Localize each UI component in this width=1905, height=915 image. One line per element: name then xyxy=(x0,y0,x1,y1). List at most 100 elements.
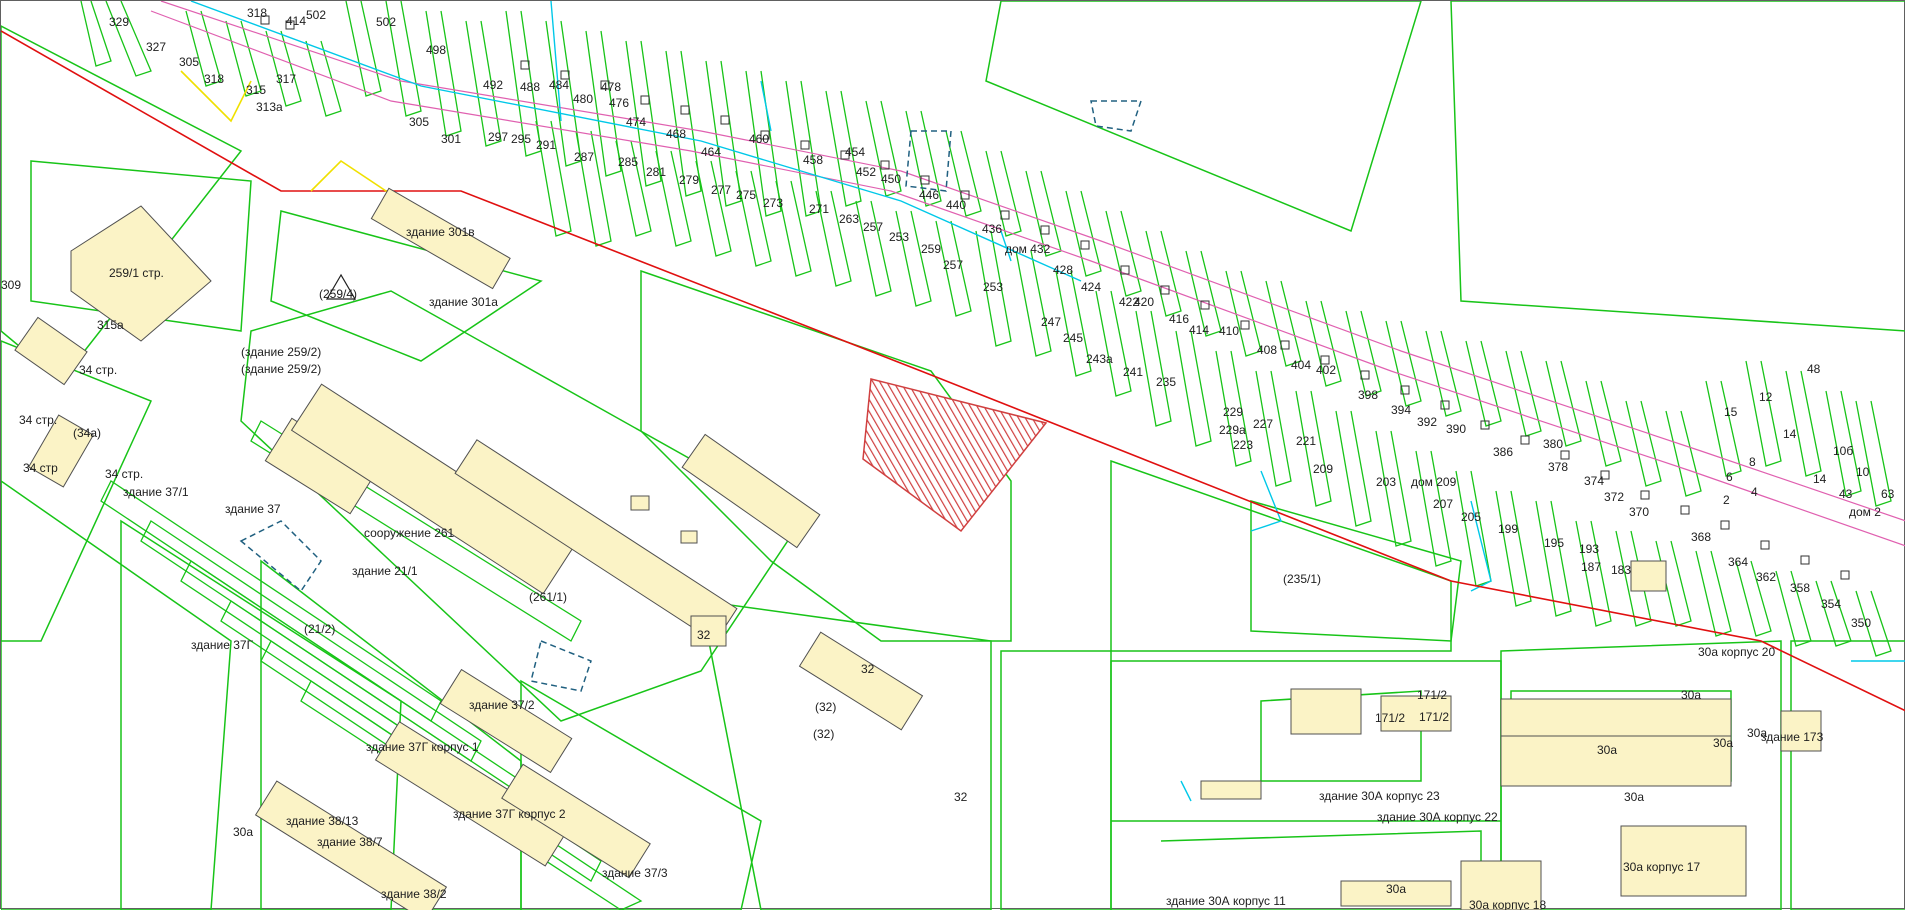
label: 305 xyxy=(179,55,199,69)
label: 229а xyxy=(1219,423,1246,437)
label: 6 xyxy=(1726,470,1733,484)
label: 171/2 xyxy=(1417,688,1447,702)
label: 476 xyxy=(609,96,629,110)
label: 193 xyxy=(1579,542,1599,556)
label: 362 xyxy=(1756,570,1776,584)
label: 30а xyxy=(1597,743,1617,757)
map-canvas[interactable]: 329 327 318 414 502 502 498 305 318 315 … xyxy=(0,0,1905,915)
cadastral-map[interactable]: 329 327 318 414 502 502 498 305 318 315 … xyxy=(0,0,1905,915)
label: 390 xyxy=(1446,422,1466,436)
label: 478 xyxy=(601,80,621,94)
label: 464 xyxy=(701,145,721,159)
label: 30а xyxy=(1624,790,1644,804)
label: 404 xyxy=(1291,358,1311,372)
yellow-lines xyxy=(180,70,402,202)
label: здание 37/3 xyxy=(602,866,668,880)
label: 287 xyxy=(574,150,594,164)
label: 32 xyxy=(861,662,875,676)
label: здание 21/1 xyxy=(352,564,418,578)
label: 34 стр. xyxy=(79,363,117,377)
label: 378 xyxy=(1548,460,1568,474)
label: 171/2 xyxy=(1419,710,1449,724)
label: 253 xyxy=(983,280,1003,294)
label: 358 xyxy=(1790,581,1810,595)
label: 297 xyxy=(488,130,508,144)
label: 241 xyxy=(1123,365,1143,379)
label: 199 xyxy=(1498,522,1518,536)
label: 259/1 стр. xyxy=(109,266,164,280)
label: здание 37/1 xyxy=(123,485,189,499)
label: 32 xyxy=(697,628,711,642)
label: 30а xyxy=(1681,688,1701,702)
label: 410 xyxy=(1219,324,1239,338)
selected-parcel[interactable] xyxy=(862,378,1048,533)
label: 502 xyxy=(376,15,396,29)
label: 498 xyxy=(426,43,446,57)
label: 30а xyxy=(1713,736,1733,750)
label: 458 xyxy=(803,153,823,167)
label: 454 xyxy=(845,145,865,159)
label: 15 xyxy=(1724,405,1738,419)
label: здание 37/2 xyxy=(469,698,535,712)
label: 480 xyxy=(573,92,593,106)
label: 488 xyxy=(520,80,540,94)
label: 257 xyxy=(863,220,883,234)
label: 492 xyxy=(483,78,503,92)
label: 295 xyxy=(511,132,531,146)
label: здание 30А корпус 22 xyxy=(1377,810,1498,824)
label: 2 xyxy=(1723,493,1730,507)
label: 414 xyxy=(286,14,306,28)
label: дом 2 xyxy=(1849,505,1881,519)
label: 183 xyxy=(1611,563,1631,577)
label: здание 30А корпус 11 xyxy=(1166,894,1286,908)
label: (32) xyxy=(813,727,834,741)
label: здание 38/7 xyxy=(317,835,383,849)
label: 424 xyxy=(1081,280,1101,294)
label: 235 xyxy=(1156,375,1176,389)
label: 350 xyxy=(1851,616,1871,630)
label: 474 xyxy=(626,115,646,129)
label: здание 38/13 xyxy=(286,814,359,828)
label: 452 xyxy=(856,165,876,179)
label: 195 xyxy=(1544,536,1564,550)
label: 372 xyxy=(1604,490,1624,504)
label: 243а xyxy=(1086,352,1113,366)
label: 408 xyxy=(1257,343,1277,357)
label: 416 xyxy=(1169,312,1189,326)
label: 315 xyxy=(246,83,266,97)
label: 10б xyxy=(1833,444,1853,458)
label: 203 xyxy=(1376,475,1396,489)
label: 63 xyxy=(1881,487,1895,501)
label: 245 xyxy=(1063,331,1083,345)
label: 468 xyxy=(666,127,686,141)
label: 368 xyxy=(1691,530,1711,544)
label: 305 xyxy=(409,115,429,129)
label: 364 xyxy=(1728,555,1748,569)
label: 398 xyxy=(1358,388,1378,402)
label: 259 xyxy=(921,242,941,256)
label: 271 xyxy=(809,202,829,216)
label: 318 xyxy=(204,72,224,86)
label: 275 xyxy=(736,188,756,202)
label: 30а корпус 17 xyxy=(1623,860,1700,874)
label: 34 стр. xyxy=(105,467,143,481)
label: (32) xyxy=(815,700,836,714)
label: 374 xyxy=(1584,474,1604,488)
label: 446 xyxy=(919,188,939,202)
label: 30а корпус 20 xyxy=(1698,645,1775,659)
label: 12 xyxy=(1759,390,1773,404)
label: (34а) xyxy=(73,426,101,440)
label: здание 37Г xyxy=(191,638,254,652)
label: 32 xyxy=(954,790,968,804)
label: 4 xyxy=(1751,485,1758,499)
label: дом 432 xyxy=(1005,242,1051,256)
label: 327 xyxy=(146,40,166,54)
label: 14 xyxy=(1783,427,1797,441)
label: 171/2 xyxy=(1375,711,1405,725)
label: здание 37Г корпус 1 xyxy=(366,740,479,754)
label: 43 xyxy=(1839,487,1853,501)
label: 450 xyxy=(881,172,901,186)
label: 502 xyxy=(306,8,326,22)
label: 428 xyxy=(1053,263,1073,277)
label: 394 xyxy=(1391,403,1411,417)
